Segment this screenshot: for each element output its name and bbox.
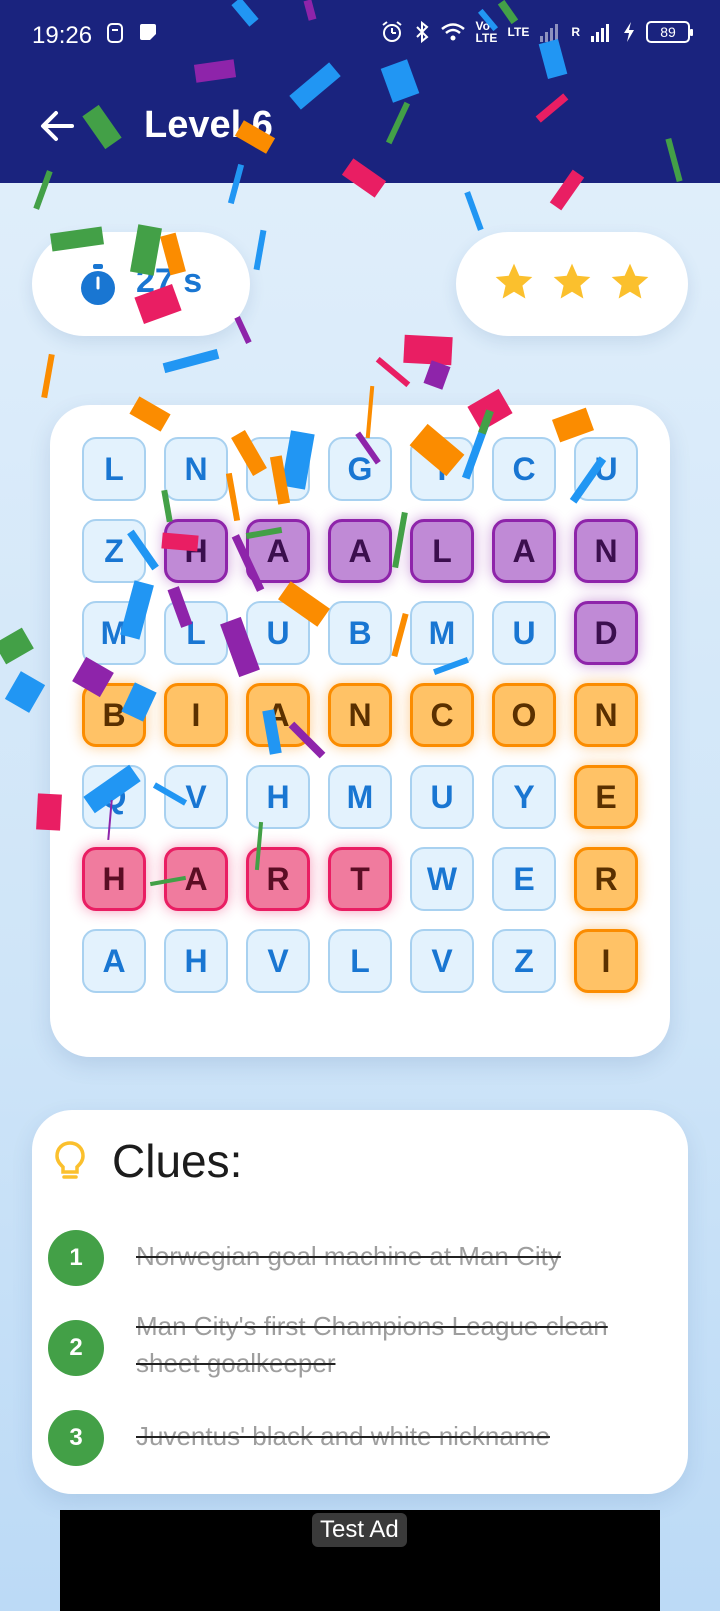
timer-value: 27 s bbox=[136, 262, 203, 300]
clue-number-badge: 2 bbox=[48, 1320, 104, 1376]
back-button[interactable] bbox=[36, 104, 80, 148]
status-left-icons bbox=[106, 22, 158, 44]
star-icon bbox=[611, 263, 649, 299]
grid-cell[interactable]: M bbox=[82, 601, 146, 665]
stopwatch-icon bbox=[78, 264, 118, 311]
grid-cell[interactable]: Q bbox=[82, 765, 146, 829]
grid-cell[interactable]: U bbox=[246, 601, 310, 665]
status-bar: 19:26 Vo LTE LTE R 89 bbox=[0, 0, 720, 72]
grid-cell[interactable]: B bbox=[328, 601, 392, 665]
grid-cell[interactable]: N bbox=[164, 437, 228, 501]
grid-cell[interactable]: C bbox=[410, 683, 474, 747]
grid-cell[interactable]: L bbox=[82, 437, 146, 501]
grid-cell[interactable]: L bbox=[410, 519, 474, 583]
rating-pill bbox=[456, 232, 688, 336]
arrow-left-icon bbox=[41, 111, 74, 141]
grid-cell[interactable]: I bbox=[410, 437, 474, 501]
grid-cell[interactable]: B bbox=[82, 683, 146, 747]
grid-cell[interactable]: V bbox=[164, 765, 228, 829]
star-rating bbox=[492, 260, 652, 304]
clue-number-badge: 1 bbox=[48, 1230, 104, 1286]
grid-cell[interactable]: H bbox=[246, 765, 310, 829]
grid-cell[interactable]: H bbox=[82, 847, 146, 911]
wifi-icon bbox=[440, 21, 466, 43]
grid-cell[interactable]: A bbox=[492, 519, 556, 583]
grid-cell[interactable]: A bbox=[246, 683, 310, 747]
grid-cell[interactable]: N bbox=[328, 683, 392, 747]
clues-panel: Clues: 1 Norwegian goal machine at Man C… bbox=[32, 1110, 688, 1494]
volte-label: Vo LTE bbox=[475, 19, 498, 45]
grid-cell[interactable]: I bbox=[164, 683, 228, 747]
grid-cell[interactable]: N bbox=[574, 519, 638, 583]
lightbulb-icon bbox=[54, 1140, 86, 1187]
grid-cell[interactable]: R bbox=[574, 847, 638, 911]
grid-cell[interactable]: M bbox=[410, 601, 474, 665]
signal-icon-2 bbox=[590, 21, 612, 43]
status-right: Vo LTE LTE R 89 bbox=[380, 19, 693, 45]
grid-cell[interactable]: U bbox=[574, 437, 638, 501]
battery-level: 89 bbox=[660, 24, 676, 40]
star-icon bbox=[495, 263, 533, 299]
grid-cell[interactable]: U bbox=[492, 601, 556, 665]
grid-cell[interactable]: R bbox=[246, 847, 310, 911]
grid-cell[interactable]: I bbox=[574, 929, 638, 993]
page-title: Level 6 bbox=[144, 104, 273, 146]
grid-cell[interactable]: H bbox=[164, 929, 228, 993]
grid-cell[interactable]: E bbox=[574, 765, 638, 829]
grid-cell[interactable]: Y bbox=[492, 765, 556, 829]
grid-cell[interactable]: M bbox=[328, 765, 392, 829]
ad-label: Test Ad bbox=[312, 1513, 407, 1547]
grid-cell[interactable]: A bbox=[164, 847, 228, 911]
grid-cell[interactable]: V bbox=[246, 929, 310, 993]
grid-cell[interactable]: H bbox=[164, 519, 228, 583]
clue-text: Norwegian goal machine at Man City bbox=[136, 1241, 561, 1271]
grid-cell[interactable]: A bbox=[328, 519, 392, 583]
grid-cell[interactable]: T bbox=[328, 847, 392, 911]
clue-number-badge: 3 bbox=[48, 1410, 104, 1466]
grid-cell[interactable]: C bbox=[492, 437, 556, 501]
ad-banner[interactable]: Test Ad bbox=[60, 1510, 660, 1611]
grid-cell[interactable]: V bbox=[410, 929, 474, 993]
battery-icon: 89 bbox=[646, 21, 693, 43]
grid-cell[interactable]: O bbox=[492, 683, 556, 747]
grid-cell[interactable]: L bbox=[328, 929, 392, 993]
roaming-label: R bbox=[571, 25, 580, 39]
charging-icon bbox=[622, 21, 636, 43]
status-time: 19:26 bbox=[32, 22, 93, 49]
grid-cell[interactable]: A bbox=[246, 519, 310, 583]
grid-cell[interactable]: G bbox=[328, 437, 392, 501]
clue-text: Man City's first Champions League clean … bbox=[136, 1311, 608, 1378]
letter-grid: LNIGICUZHAALANMLUBMUDBIANCONQVHMUYEHARTW… bbox=[50, 405, 670, 1057]
app-notification-icon bbox=[138, 22, 158, 44]
grid-cell[interactable]: E bbox=[492, 847, 556, 911]
star-icon bbox=[553, 263, 591, 299]
grid-cell[interactable]: U bbox=[410, 765, 474, 829]
grid-cell[interactable]: I bbox=[246, 437, 310, 501]
grid-cell[interactable]: A bbox=[82, 929, 146, 993]
grid-cell[interactable]: L bbox=[164, 601, 228, 665]
bluetooth-icon bbox=[414, 20, 430, 44]
notification-icon bbox=[106, 22, 124, 44]
signal-icon bbox=[539, 21, 561, 43]
clue-text: Juventus' black and white nickname bbox=[136, 1421, 550, 1451]
alarm-icon bbox=[380, 20, 404, 44]
clues-title: Clues: bbox=[112, 1135, 243, 1187]
grid-cell[interactable]: Z bbox=[82, 519, 146, 583]
grid-cell[interactable]: W bbox=[410, 847, 474, 911]
lte-label: LTE bbox=[507, 25, 530, 39]
grid-cell[interactable]: Z bbox=[492, 929, 556, 993]
grid-cell[interactable]: D bbox=[574, 601, 638, 665]
grid-cell[interactable]: N bbox=[574, 683, 638, 747]
